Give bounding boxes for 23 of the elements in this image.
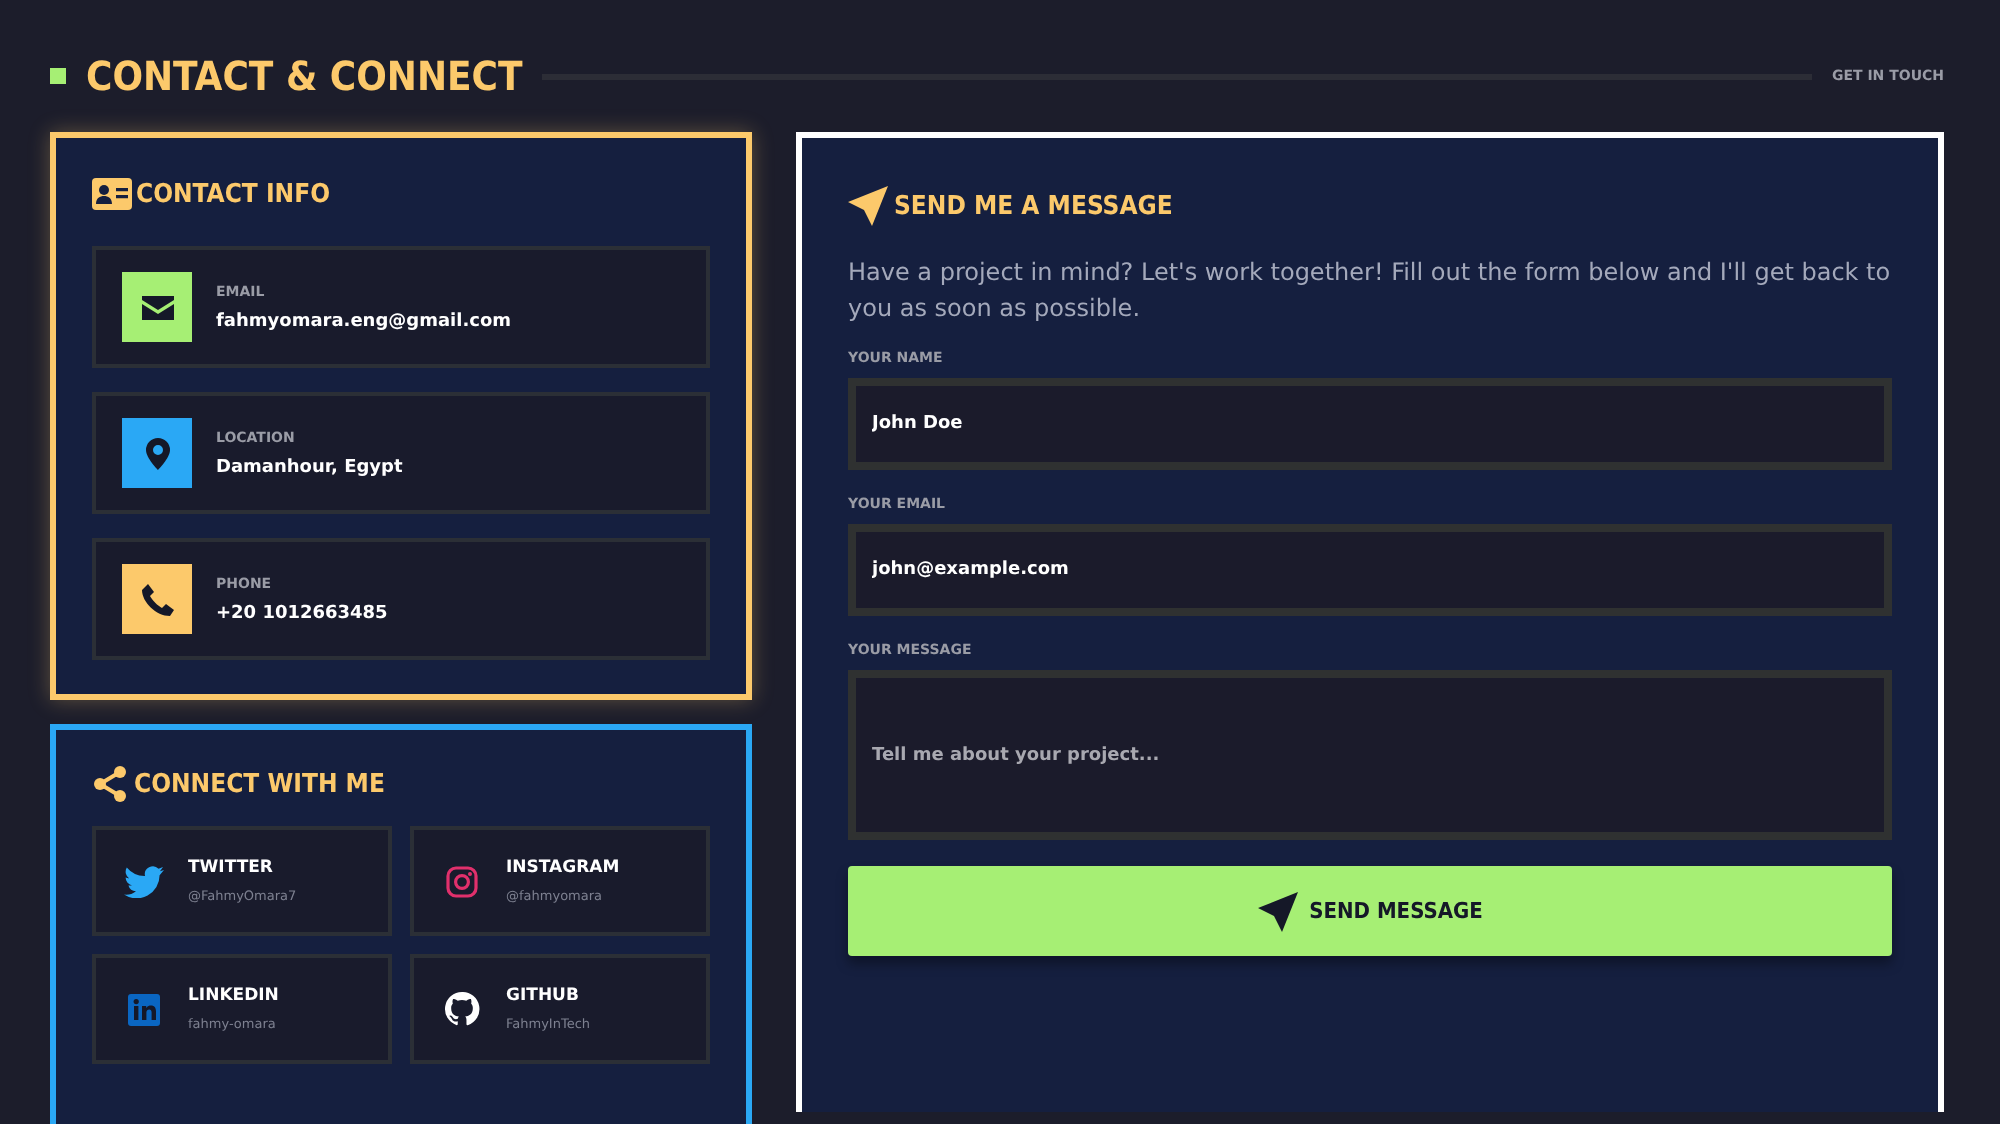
instagram-icon[interactable] [442, 865, 482, 897]
contact-value: fahmyomara.eng@gmail.com [216, 311, 512, 331]
map-pin-icon [145, 437, 169, 469]
contact-value: Damanhour, Egypt [216, 457, 403, 477]
message-field[interactable]: Tell me about your project... [848, 670, 1892, 840]
envelope-icon [141, 294, 173, 320]
send-button[interactable]: SEND MESSAGE [848, 866, 1892, 956]
id-card-icon [92, 178, 132, 210]
contact-value: +20 1012663485 [216, 603, 388, 623]
intro-text: Have a project in mind? Let's work together! Fill out the form below and I'll get back to you as soon as possible. [848, 256, 1892, 326]
linkedin-icon[interactable] [124, 993, 164, 1025]
card-title: SEND ME A MESSAGE [894, 191, 1173, 221]
card-title: CONTACT INFO [136, 179, 331, 209]
section-title: CONTACT & CONNECT [86, 52, 523, 100]
github-icon[interactable] [442, 992, 482, 1026]
square-bullet-icon [50, 68, 66, 84]
bird-icon[interactable] [124, 865, 164, 897]
share-icon [92, 766, 128, 802]
phone-icon [141, 583, 173, 615]
input-field[interactable]: john@example.com [848, 524, 1892, 616]
card-title: CONNECT WITH ME [134, 769, 385, 799]
paper-plane-icon [848, 186, 888, 226]
paper-plane-icon [1257, 891, 1298, 931]
